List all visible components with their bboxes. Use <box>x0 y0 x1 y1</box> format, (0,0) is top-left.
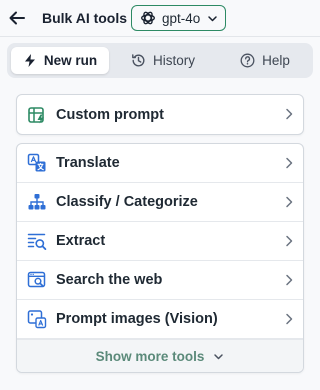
chevron-right-icon <box>286 157 293 169</box>
translate-icon <box>27 153 47 173</box>
custom-prompt-card: Custom prompt <box>16 94 304 135</box>
tab-label: Help <box>262 53 290 68</box>
show-more-tools-button[interactable]: Show more tools <box>17 339 303 372</box>
tools-list-card: Translate Classify / Categorize Extract … <box>16 143 304 373</box>
tab-bar: New run History Help <box>7 43 313 78</box>
app-title: Bulk AI tools <box>42 10 128 26</box>
tool-label: Search the web <box>56 272 163 288</box>
tab-label: New run <box>43 53 98 68</box>
tool-item-translate[interactable]: Translate <box>17 144 303 183</box>
chevron-right-icon <box>286 108 293 120</box>
image-prompt-icon <box>27 309 47 329</box>
tab-new-run[interactable]: New run <box>11 47 109 74</box>
show-more-label: Show more tools <box>95 348 205 364</box>
tool-item-extract[interactable]: Extract <box>17 222 303 261</box>
tab-label: History <box>152 53 195 68</box>
tab-history[interactable]: History <box>119 47 207 74</box>
tool-label: Extract <box>56 233 106 249</box>
back-button[interactable] <box>6 7 28 29</box>
extract-search-icon <box>27 231 47 251</box>
tool-item-classify[interactable]: Classify / Categorize <box>17 183 303 222</box>
web-search-icon <box>27 270 47 290</box>
tool-item-search-web[interactable]: Search the web <box>17 261 303 300</box>
chevron-right-icon <box>286 313 293 325</box>
tool-label: Classify / Categorize <box>56 194 198 210</box>
header-divider <box>0 36 320 37</box>
chevron-right-icon <box>286 274 293 286</box>
chevron-right-icon <box>286 196 293 208</box>
bolt-icon <box>24 54 35 67</box>
tool-label: Translate <box>56 155 120 171</box>
tab-help[interactable]: Help <box>225 47 305 74</box>
model-selector[interactable]: gpt-4o <box>131 5 226 31</box>
history-icon <box>132 54 145 67</box>
tool-label: Prompt images (Vision) <box>56 311 218 327</box>
chevron-down-icon <box>208 16 217 22</box>
model-label: gpt-4o <box>162 10 201 26</box>
app-header: Bulk AI tools gpt-4o <box>0 0 320 36</box>
chevron-down-icon <box>214 353 224 359</box>
tool-item-prompt-images[interactable]: Prompt images (Vision) <box>17 300 303 339</box>
tool-label: Custom prompt <box>56 106 164 123</box>
help-circle-icon <box>240 53 255 68</box>
spreadsheet-magic-icon <box>27 105 47 125</box>
openai-logo-icon <box>141 11 155 25</box>
tool-item-custom-prompt[interactable]: Custom prompt <box>17 95 303 134</box>
chevron-right-icon <box>286 235 293 247</box>
arrow-left-icon <box>9 11 25 25</box>
hierarchy-icon <box>27 192 47 212</box>
